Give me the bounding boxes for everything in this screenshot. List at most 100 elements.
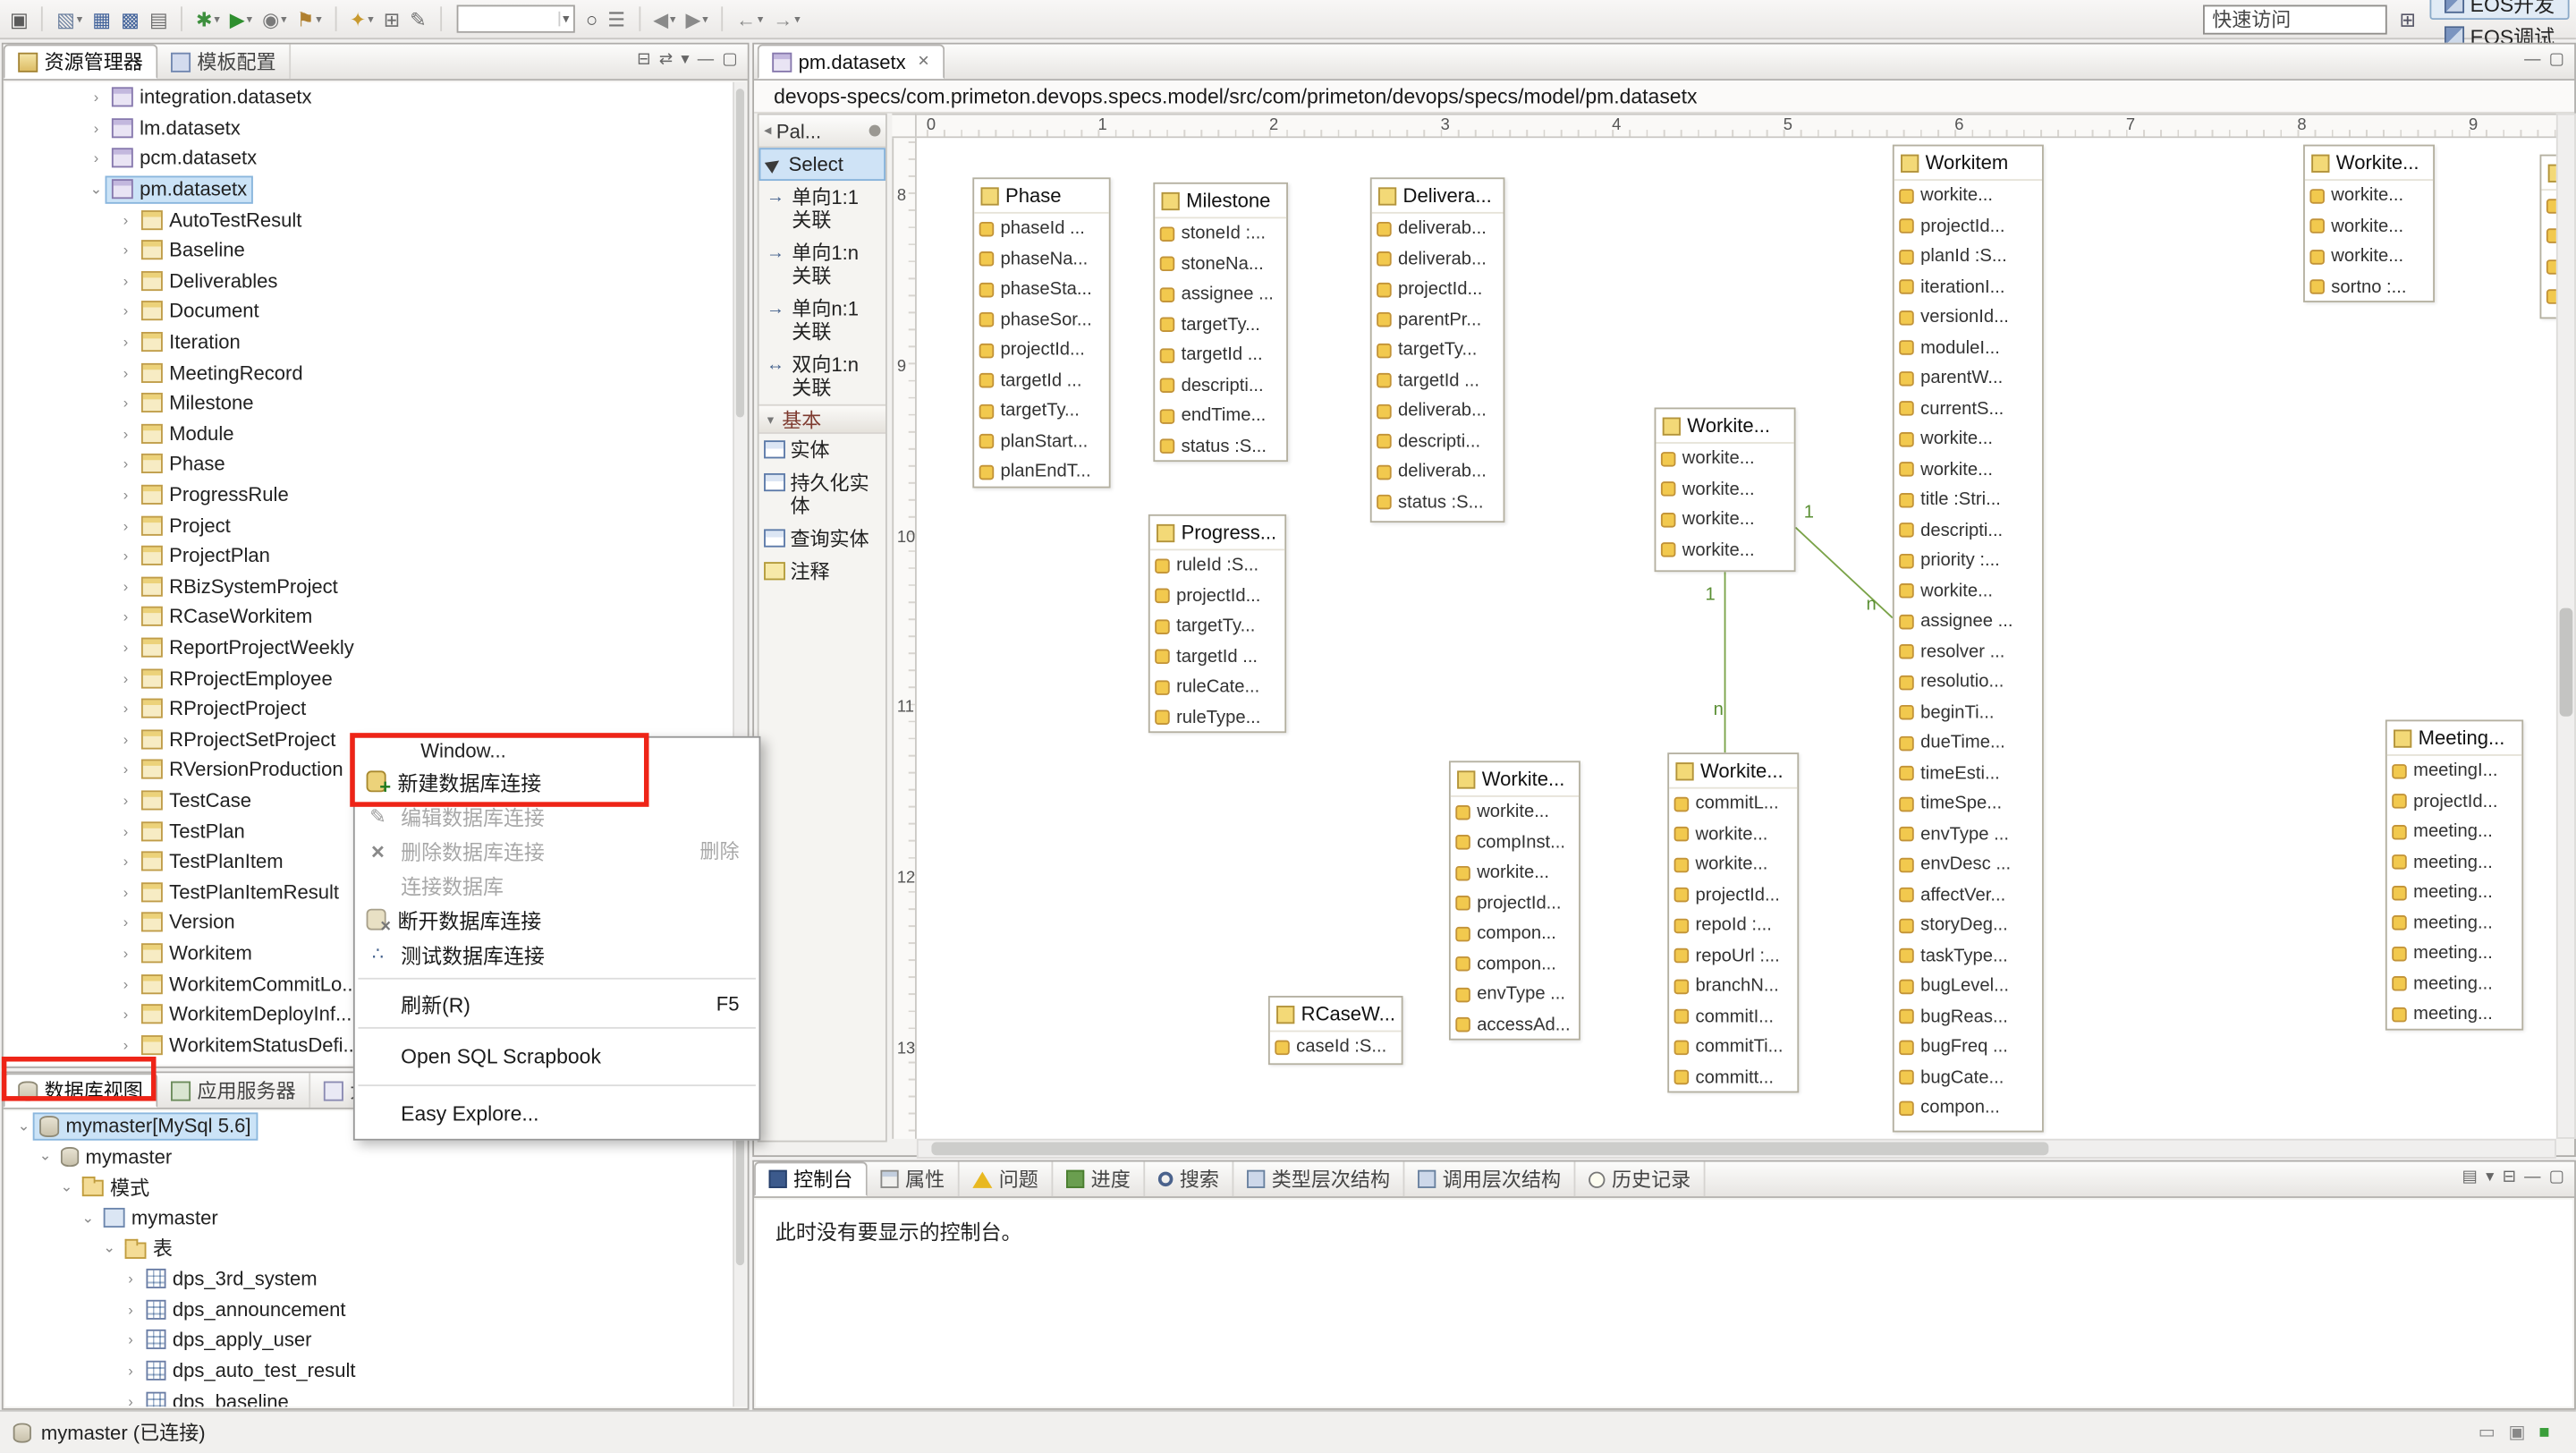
chevron-right-icon[interactable]: ›	[116, 425, 134, 441]
entity-field[interactable]: envType ...	[1451, 980, 1579, 1010]
entity-field[interactable]: workite...	[1894, 455, 2042, 485]
tree-item[interactable]: ›dps_auto_test_result	[5, 1355, 733, 1386]
chevron-right-icon[interactable]: ›	[116, 914, 134, 930]
entity-header[interactable]	[2541, 156, 2556, 191]
entity-field[interactable]: dueTime...	[1894, 728, 2042, 759]
tab-server[interactable]: 应用服务器	[157, 1073, 310, 1108]
entity-box[interactable]: MilestonestoneId :...stoneNa...assignee …	[1153, 183, 1288, 462]
entity-field[interactable]: commitU...	[1372, 518, 1504, 523]
window-icon-button[interactable]: ▣	[6, 3, 31, 36]
entity-field[interactable]	[2541, 221, 2556, 251]
palette-tool[interactable]: →单向1:1 关联	[759, 181, 886, 236]
entity-field[interactable]: projectId...	[1669, 880, 1797, 911]
entity-field[interactable]: deliverab...	[1372, 457, 1504, 488]
entity-field[interactable]: workite...	[1669, 850, 1797, 880]
tree-item[interactable]: ›Project	[5, 510, 733, 540]
entity-field[interactable]: compon...	[1451, 919, 1579, 949]
entity-field[interactable]: taskType...	[1894, 941, 2042, 972]
entity-field[interactable]: status :S...	[1372, 488, 1504, 518]
vertical-scrollbar[interactable]	[2556, 114, 2576, 1139]
minimize-icon[interactable]: —	[698, 49, 714, 72]
print-icon-button[interactable]: ▤	[146, 3, 171, 36]
tree-item[interactable]: ›RCaseWorkitem	[5, 601, 733, 632]
menu-item[interactable]: 断开数据库连接	[355, 902, 759, 937]
chevron-right-icon[interactable]: ›	[122, 1393, 140, 1406]
tree-item[interactable]: ›ProgressRule	[5, 480, 733, 510]
entity-field[interactable]: timeEsti...	[1894, 759, 2042, 789]
tree-item[interactable]: ›Baseline	[5, 235, 733, 266]
entity-header[interactable]: Workite...	[1656, 409, 1793, 444]
chevron-right-icon[interactable]: ›	[116, 273, 134, 289]
chevron-down-icon[interactable]: ⌄	[36, 1148, 54, 1166]
entity-field[interactable]: deliverab...	[1372, 214, 1504, 244]
entity-field[interactable]: stoneId :...	[1155, 218, 1286, 249]
entity-field[interactable]: workite...	[1894, 576, 2042, 607]
chevron-right-icon[interactable]: ›	[116, 701, 134, 717]
entity-field[interactable]: bugReas...	[1894, 1001, 2042, 1032]
entity-field[interactable]: stoneNa...	[1155, 249, 1286, 279]
entity-field[interactable]: bugCate...	[1894, 1062, 2042, 1092]
chevron-right-icon[interactable]: ›	[87, 120, 105, 136]
back-icon-button[interactable]: ←▾	[733, 3, 767, 36]
debug-icon-button[interactable]: ✱▾	[192, 3, 223, 36]
tree-item[interactable]: ›Iteration	[5, 327, 733, 357]
tree-item[interactable]: ›dps_announcement	[5, 1295, 733, 1325]
entity-field[interactable]: workite...	[1656, 535, 1793, 565]
chevron-right-icon[interactable]: ›	[116, 792, 134, 808]
minimize-icon[interactable]: —	[2524, 49, 2540, 72]
chevron-right-icon[interactable]: ›	[122, 1363, 140, 1379]
maximize-icon[interactable]: ▢	[2549, 49, 2564, 72]
entity-field[interactable]: targetTy...	[1372, 336, 1504, 366]
chevron-right-icon[interactable]: ›	[116, 670, 134, 686]
entity-field[interactable]: projectId...	[974, 336, 1109, 366]
chevron-right-icon[interactable]: ›	[116, 364, 134, 380]
chevron-down-icon[interactable]: ⌄	[79, 1209, 97, 1227]
view-menu-icon[interactable]: ▾	[681, 49, 689, 72]
tab-properties[interactable]: 属性	[868, 1162, 960, 1197]
entity-field[interactable]: workite...	[2305, 242, 2433, 272]
chevron-right-icon[interactable]: ›	[116, 211, 134, 227]
entity-field[interactable]: targetId ...	[1372, 366, 1504, 396]
entity-field[interactable]: descripti...	[1372, 427, 1504, 457]
entity-field[interactable]: workite...	[2305, 211, 2433, 242]
entity-field[interactable]: planId :S...	[1894, 242, 2042, 272]
tree-item[interactable]: ›ProjectPlan	[5, 540, 733, 571]
entity-field[interactable]: affectVer...	[1894, 880, 2042, 911]
chevron-down-icon[interactable]: ⌄	[87, 180, 105, 198]
chevron-down-icon[interactable]: ⌄	[100, 1239, 118, 1257]
entity-field[interactable]: parentW...	[1894, 363, 2042, 394]
scrollbar-thumb[interactable]	[736, 89, 744, 417]
horizontal-scrollbar[interactable]	[917, 1139, 2556, 1159]
entity-field[interactable]: envDesc ...	[1894, 850, 2042, 880]
menu-item[interactable]: 编辑数据库连接	[355, 799, 759, 834]
entity-field[interactable]: targetId ...	[1150, 642, 1285, 672]
collapse-all-icon[interactable]: ⊟	[637, 49, 650, 72]
entity-field[interactable]: deliverab...	[1372, 244, 1504, 275]
next-annotation-icon-button[interactable]: ▶▾	[682, 3, 712, 36]
palette-tool[interactable]: ↔双向1:n 关联	[759, 348, 886, 404]
entity-field[interactable]: meeting...	[2387, 999, 2522, 1030]
entity-field[interactable]	[2541, 282, 2556, 312]
entity-field[interactable]: phaseId ...	[974, 214, 1109, 244]
chevron-right-icon[interactable]: ›	[116, 303, 134, 319]
chevron-down-icon[interactable]: ⌄	[15, 1117, 33, 1135]
entity-field[interactable]: ruleCate...	[1150, 672, 1285, 702]
palette-tool[interactable]: Select	[759, 148, 886, 181]
menu-item[interactable]: Open SQL Scrapbook	[355, 1035, 759, 1078]
entity-field[interactable]: bugLevel...	[1894, 971, 2042, 1001]
entity-field[interactable]: storyDeg...	[1894, 911, 2042, 941]
entity-field[interactable]: beginTi...	[1894, 698, 2042, 728]
entity-field[interactable]: status :S...	[1155, 431, 1286, 462]
entity-field[interactable]: currentS...	[1894, 394, 2042, 424]
perspective-button-0[interactable]: EOS开发	[2429, 0, 2570, 19]
view-menu-icon[interactable]: ▾	[2486, 1167, 2494, 1190]
tree-item[interactable]: ›AutoTestResult	[5, 204, 733, 234]
entity-field[interactable]: projectId...	[1894, 211, 2042, 242]
entity-field[interactable]: workite...	[1656, 444, 1793, 474]
entity-field[interactable]: projectId...	[1150, 581, 1285, 611]
tree-item[interactable]: ›Deliverables	[5, 266, 733, 296]
tree-item[interactable]: ›Module	[5, 418, 733, 448]
entity-field[interactable]: compon...	[1451, 949, 1579, 980]
entity-box[interactable]: PhasephaseId ...phaseNa...phaseSta...pha…	[972, 177, 1110, 487]
entity-field[interactable]: projectId...	[2387, 786, 2522, 817]
